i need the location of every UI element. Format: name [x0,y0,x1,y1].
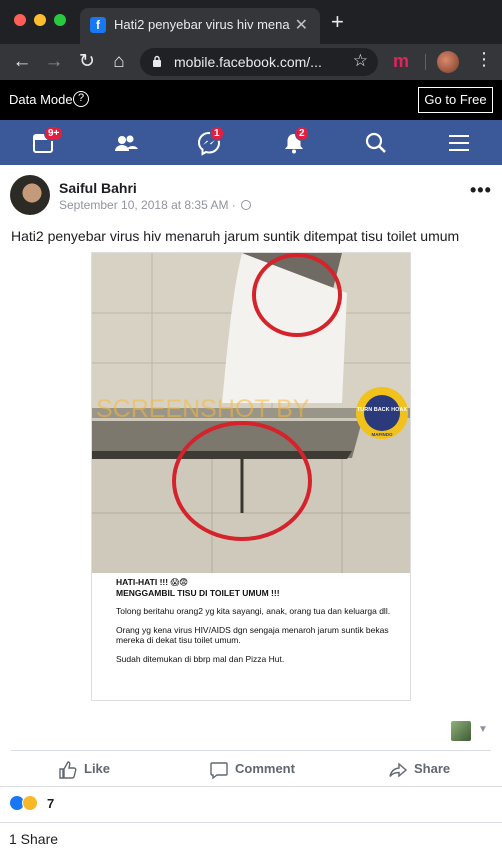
share-count[interactable]: 1 Share [9,831,58,847]
post-text: Hati2 penyebar virus hiv menaruh jarum s… [11,228,460,244]
profile-avatar-icon[interactable] [437,51,459,73]
url-text: mobile.facebook.com/... [174,54,322,70]
toolbar-divider [425,54,426,70]
caption-title: HATI-HATI !!! 😱😨 [116,577,189,587]
notifications-icon[interactable]: 2 [281,126,309,156]
like-icon [59,761,77,779]
facebook-favicon-icon: f [90,17,106,33]
messenger-badge: 1 [210,126,224,141]
toilet-photo: SCREENSHOT BY TURN BACK HOAX MAFINDO [92,253,410,573]
menu-icon[interactable] [446,130,472,156]
home-icon[interactable]: ⌂ [106,49,132,75]
close-window-button[interactable] [14,14,26,26]
divider [11,750,491,751]
search-icon[interactable] [363,130,389,156]
browser-menu-icon[interactable]: ⋮ [475,49,493,70]
wow-reaction-icon [22,795,38,811]
reaction-count: 7 [47,796,55,811]
caption-paragraph-1: Tolong beritahu orang2 yg kita sayangi, … [116,606,391,616]
watermark-text: SCREENSHOT BY [96,395,310,423]
data-mode-bar: Data Mode ? Go to Free [0,80,502,120]
post-image[interactable]: SCREENSHOT BY TURN BACK HOAX MAFINDO HAT… [91,252,411,701]
feed-badge: 9+ [44,126,64,141]
post-options-icon[interactable]: ••• [470,180,492,201]
comment-icon [210,762,228,780]
author-avatar[interactable] [10,175,50,215]
lock-icon [153,55,161,67]
data-mode-label: Data Mode [9,92,73,107]
comment-label: Comment [235,761,295,776]
help-icon[interactable]: ? [73,91,89,107]
new-tab-icon[interactable]: + [331,11,344,33]
browser-toolbar: ← → ↻ ⌂ mobile.facebook.com/... ☆ m ⋮ [0,44,502,80]
chevron-down-icon[interactable]: ▼ [478,724,488,735]
like-label: Like [84,761,111,776]
friends-icon[interactable] [113,130,139,156]
divider [0,822,502,823]
notifications-badge: 2 [295,126,309,141]
back-arrow-icon[interactable]: ← [9,49,35,75]
browser-tab-bar: f Hati2 penyebar virus hiv menaru ✕ + [0,0,502,44]
go-to-free-button[interactable]: Go to Free [418,87,493,113]
browser-tab[interactable]: f Hati2 penyebar virus hiv menaru ✕ [80,8,320,44]
extension-m-icon[interactable]: m [393,51,409,72]
tab-title: Hati2 penyebar virus hiv menaru [114,17,290,32]
globe-icon [241,200,252,210]
seal-text: TURN BACK HOAX [357,407,407,413]
caption-paragraph-3: Sudah ditemukan di bbrp mal dan Pizza Hu… [116,653,285,664]
post-timestamp[interactable]: September 10, 2018 at 8:35 AM · [59,198,252,212]
post-time-text: September 10, 2018 at 8:35 AM · [59,198,240,212]
share-icon [389,762,408,778]
divider [0,786,502,787]
author-name[interactable]: Saiful Bahri [59,180,137,196]
reload-icon[interactable]: ↻ [74,49,100,75]
bookmark-star-icon[interactable]: ☆ [353,51,368,71]
caption-subtitle: MENGGAMBIL TISU DI TOILET UMUM !!! [116,587,280,598]
share-label: Share [414,761,451,776]
seal-sub-text: MAFINDO [372,432,393,437]
minimize-window-button[interactable] [34,14,46,26]
image-caption: HATI-HATI !!! 😱😨 MENGGAMBIL TISU DI TOIL… [116,577,406,672]
reactor-avatar[interactable] [451,721,471,741]
tab-close-icon[interactable]: ✕ [295,15,308,35]
address-bar[interactable]: mobile.facebook.com/... ☆ [140,48,378,76]
forward-arrow-icon[interactable]: → [41,49,67,75]
maximize-window-button[interactable] [54,14,66,26]
feed-icon[interactable]: 9+ [30,126,64,156]
caption-paragraph-2: Orang yg kena virus HIV/AIDS dgn sengaja… [116,624,389,646]
messenger-icon[interactable]: 1 [196,126,224,156]
facebook-nav-bar: 9+ 1 2 [0,120,502,165]
